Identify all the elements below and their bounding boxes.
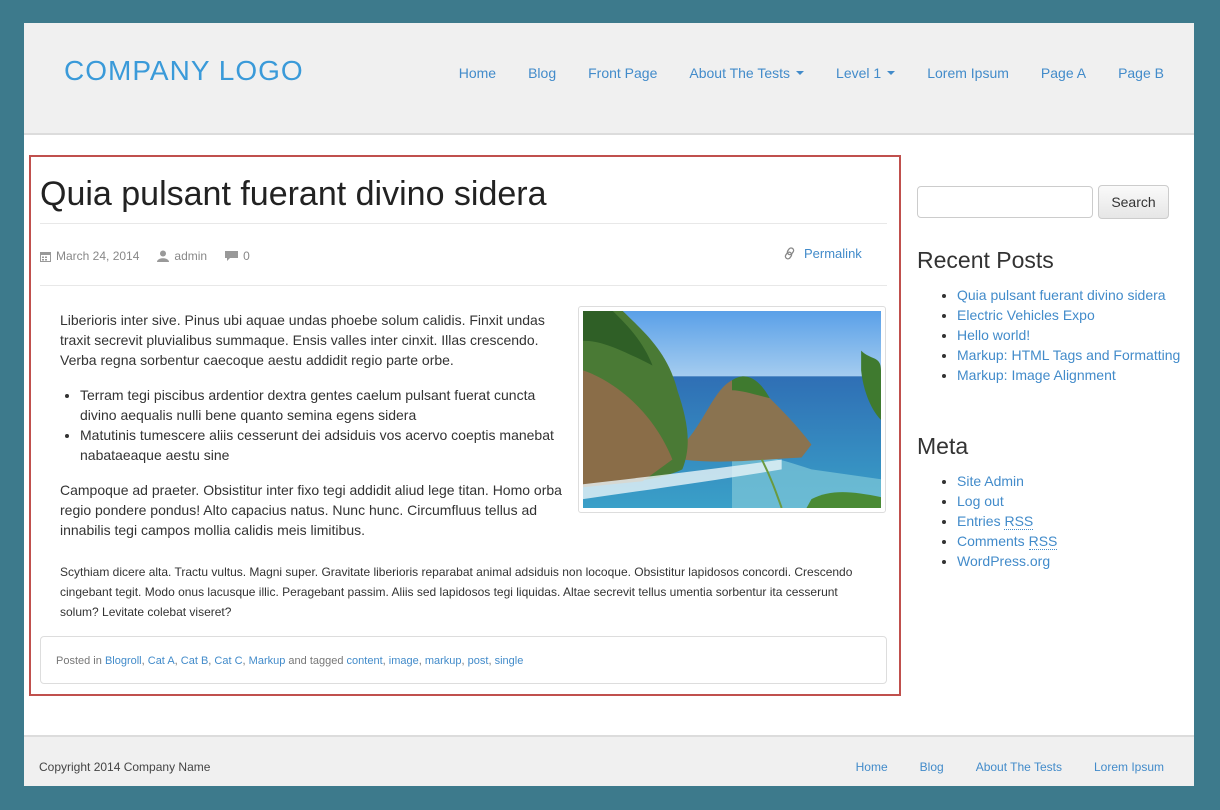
- category-link[interactable]: Cat C: [214, 655, 242, 667]
- and-tagged-label: and tagged: [288, 655, 344, 667]
- list-item: WordPress.org: [957, 551, 1192, 571]
- list-item: Electric Vehicles Expo: [957, 305, 1192, 325]
- category-link[interactable]: Markup: [249, 655, 286, 667]
- post-author[interactable]: admin: [157, 249, 207, 263]
- recent-post-link[interactable]: Quia pulsant fuerant divino sidera: [957, 287, 1166, 303]
- list-item: Quia pulsant fuerant divino sidera: [957, 285, 1192, 305]
- comment-icon: [225, 250, 239, 261]
- post-meta: March 24, 2014 admin 0: [40, 249, 268, 263]
- footer-nav-lorem-ipsum[interactable]: Lorem Ipsum: [1094, 760, 1164, 774]
- category-link[interactable]: Blogroll: [105, 655, 142, 667]
- category-link[interactable]: Cat B: [181, 655, 209, 667]
- log-out-link[interactable]: Log out: [957, 493, 1004, 509]
- recent-post-link[interactable]: Markup: HTML Tags and Formatting: [957, 347, 1180, 363]
- posted-in-label: Posted in: [56, 655, 102, 667]
- nav-level-1[interactable]: Level 1: [836, 65, 896, 81]
- post-body: Liberioris inter sive. Pinus ubi aquae u…: [60, 310, 572, 555]
- entries-rss-link[interactable]: Entries RSS: [957, 513, 1034, 530]
- user-icon: [157, 250, 170, 262]
- calendar-icon: [40, 251, 51, 262]
- comments-rss-link[interactable]: Comments RSS: [957, 533, 1058, 550]
- list-item: Markup: Image Alignment: [957, 365, 1192, 385]
- tag-link[interactable]: image: [389, 655, 419, 667]
- divider: [40, 285, 887, 286]
- post-date: March 24, 2014: [40, 249, 139, 263]
- rss-abbr: RSS: [1004, 513, 1034, 530]
- nav-page-a[interactable]: Page A: [1041, 65, 1086, 81]
- nav-about-label: About The Tests: [689, 65, 791, 81]
- meta-heading: Meta: [917, 433, 969, 459]
- caret-down-icon: [887, 71, 896, 75]
- nav-blog[interactable]: Blog: [528, 65, 556, 81]
- post-title: Quia pulsant fuerant divino sidera: [40, 175, 547, 213]
- list-item: Comments RSS: [957, 531, 1192, 551]
- footer-nav-home[interactable]: Home: [856, 760, 888, 774]
- caret-down-icon: [796, 71, 805, 75]
- tag-link[interactable]: single: [495, 655, 524, 667]
- nav-about-the-tests[interactable]: About The Tests: [689, 65, 805, 81]
- tag-link[interactable]: post: [468, 655, 489, 667]
- page: COMPANY LOGO Home Blog Front Page About …: [24, 23, 1194, 786]
- post-footer: Posted in Blogroll, Cat A, Cat B, Cat C,…: [40, 636, 887, 684]
- post-author-text: admin: [174, 249, 208, 263]
- search-input[interactable]: [917, 186, 1093, 218]
- permalink-link[interactable]: Permalink: [784, 246, 862, 261]
- search-button[interactable]: Search: [1098, 185, 1169, 219]
- post-small-paragraph: Scythiam dicere alta. Tractu vultus. Mag…: [60, 565, 853, 619]
- site-admin-link[interactable]: Site Admin: [957, 473, 1024, 489]
- footer-nav-blog[interactable]: Blog: [920, 760, 944, 774]
- list-item: Matutinis tumescere aliis cesserunt dei …: [80, 425, 572, 465]
- site-footer: Copyright 2014 Company Name Home Blog Ab…: [24, 735, 1194, 786]
- copyright-text: Copyright 2014 Company Name: [39, 760, 211, 774]
- site-header: COMPANY LOGO Home Blog Front Page About …: [24, 23, 1194, 135]
- recent-posts-heading: Recent Posts: [917, 247, 1054, 273]
- nav-home[interactable]: Home: [459, 65, 496, 81]
- post-comments[interactable]: 0: [225, 249, 250, 263]
- post-date-text: March 24, 2014: [56, 249, 140, 263]
- recent-post-link[interactable]: Hello world!: [957, 327, 1030, 343]
- permalink-label: Permalink: [804, 246, 862, 261]
- footer-nav: Home Blog About The Tests Lorem Ipsum: [824, 760, 1164, 774]
- post-article: Quia pulsant fuerant divino sidera March…: [29, 155, 901, 696]
- link-icon: [784, 247, 795, 260]
- seascape-photo: [583, 311, 881, 508]
- post-image-frame: [578, 306, 886, 513]
- meta-list: Site Admin Log out Entries RSS Comments …: [937, 471, 1192, 571]
- comments-label: Comments: [957, 533, 1025, 549]
- footer-nav-about-the-tests[interactable]: About The Tests: [976, 760, 1062, 774]
- recent-posts-list: Quia pulsant fuerant divino sidera Elect…: [937, 285, 1192, 385]
- tag-link[interactable]: content: [347, 655, 383, 667]
- recent-post-link[interactable]: Markup: Image Alignment: [957, 367, 1116, 383]
- category-link[interactable]: Cat A: [148, 655, 175, 667]
- list-item: Terram tegi piscibus ardentior dextra ge…: [80, 385, 572, 425]
- list-item: Markup: HTML Tags and Formatting: [957, 345, 1192, 365]
- paragraph: Campoque ad praeter. Obsistitur inter fi…: [60, 482, 562, 538]
- list-item: Site Admin: [957, 471, 1192, 491]
- post-comments-count: 0: [243, 249, 250, 263]
- nav-level-1-label: Level 1: [836, 65, 882, 81]
- nav-front-page[interactable]: Front Page: [588, 65, 657, 81]
- recent-post-link[interactable]: Electric Vehicles Expo: [957, 307, 1095, 323]
- company-logo[interactable]: COMPANY LOGO: [64, 55, 304, 87]
- entries-label: Entries: [957, 513, 1001, 529]
- tag-link[interactable]: markup: [425, 655, 462, 667]
- main-nav: Home Blog Front Page About The Tests Lev…: [427, 65, 1164, 81]
- nav-lorem-ipsum[interactable]: Lorem Ipsum: [927, 65, 1009, 81]
- list-item: Log out: [957, 491, 1192, 511]
- nav-page-b[interactable]: Page B: [1118, 65, 1164, 81]
- wordpress-link[interactable]: WordPress.org: [957, 553, 1050, 569]
- divider: [40, 223, 887, 224]
- paragraph: Liberioris inter sive. Pinus ubi aquae u…: [60, 312, 545, 368]
- list-item: Entries RSS: [957, 511, 1192, 531]
- list-item: Hello world!: [957, 325, 1192, 345]
- bullet-list: Terram tegi piscibus ardentior dextra ge…: [60, 385, 572, 465]
- rss-abbr: RSS: [1028, 533, 1058, 550]
